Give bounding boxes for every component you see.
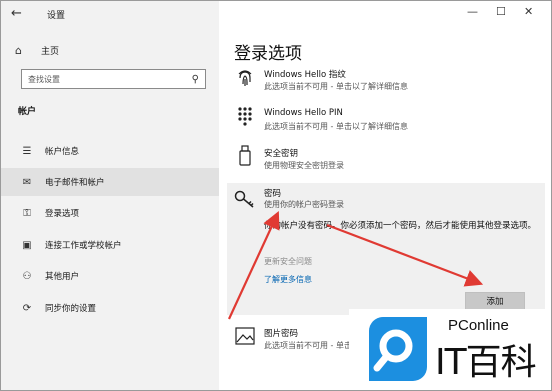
option-subtitle: 使用你的帐户密码登录: [264, 200, 344, 209]
sidebar-item-other-users[interactable]: ⚇ 其他用户: [1, 262, 219, 290]
option-title: Windows Hello PIN: [264, 108, 343, 118]
search-input[interactable]: 查找设置 ⚲: [21, 69, 206, 89]
keypad-icon: [234, 106, 256, 132]
watermark-logo-icon: [369, 317, 427, 381]
option-pin[interactable]: Windows Hello PIN 此选项当前不可用 - 单击以了解详细信息: [219, 104, 551, 136]
window-title: 设置: [47, 11, 66, 21]
learn-more-link[interactable]: 了解更多信息: [264, 274, 312, 285]
option-security-key[interactable]: 安全密钥 使用物理安全密钥登录: [219, 143, 551, 175]
search-placeholder: 查找设置: [28, 74, 60, 84]
sidebar-item-work-school[interactable]: ▣ 连接工作或学校帐户: [1, 231, 219, 259]
sidebar-item-label: 其他用户: [45, 272, 80, 282]
change-security-questions-link[interactable]: 更新安全问题: [264, 256, 312, 267]
sidebar-item-sign-in-options[interactable]: ⚿ 登录选项: [1, 199, 219, 227]
option-subtitle: 使用物理安全密钥登录: [264, 161, 344, 170]
person-add-icon: ⚇: [22, 270, 32, 282]
title-bar: ← 设置: [1, 1, 219, 27]
mail-icon: ✉: [22, 176, 32, 188]
option-fingerprint[interactable]: Windows Hello 指纹 此选项当前不可用 - 单击以了解详细信息: [219, 65, 551, 95]
password-key-icon: [234, 189, 256, 213]
close-icon[interactable]: ✕: [524, 5, 533, 18]
minimize-icon[interactable]: —: [467, 5, 478, 18]
person-info-icon: ☰: [22, 145, 32, 157]
briefcase-icon: ▣: [22, 239, 32, 251]
back-arrow-icon[interactable]: ←: [11, 6, 22, 21]
option-subtitle: 此选项当前不可用 - 单击以了解详细信息: [264, 122, 408, 131]
option-title: 图片密码: [264, 329, 299, 339]
picture-icon: [234, 327, 256, 349]
sync-icon: ⟳: [22, 302, 32, 314]
usb-key-icon: [234, 145, 256, 171]
nav-home[interactable]: ⌂ 主页: [15, 42, 59, 58]
option-title: Windows Hello 指纹: [264, 70, 346, 80]
sidebar-item-label: 电子邮件和帐户: [45, 178, 105, 188]
option-title: 安全密钥: [264, 149, 299, 159]
page-title: 登录选项: [234, 44, 302, 64]
password-description: 你的帐户没有密码。你必须添加一个密码，然后才能使用其他登录选项。: [264, 221, 537, 231]
search-icon: ⚲: [191, 73, 199, 85]
sidebar-item-label: 帐户信息: [45, 147, 80, 157]
sidebar-item-label: 登录选项: [45, 209, 80, 219]
option-password[interactable]: 密码 使用你的帐户密码登录: [219, 183, 551, 215]
option-subtitle: 此选项当前不可用 - 单击以了解详细信息: [264, 82, 408, 91]
key-icon: ⚿: [23, 207, 31, 219]
sidebar-item-email-accounts[interactable]: ✉ 电子邮件和帐户: [1, 168, 219, 196]
watermark-brand: PConline: [448, 317, 509, 334]
watermark-name: IT百科: [435, 342, 537, 383]
sidebar-item-label: 连接工作或学校帐户: [45, 241, 122, 251]
home-icon: ⌂: [15, 43, 22, 57]
nav-home-label: 主页: [41, 46, 60, 57]
sidebar-item-label: 同步你的设置: [45, 304, 97, 314]
nav-section-heading: 帐户: [18, 107, 37, 117]
settings-window: ← 设置 ⌂ 主页 查找设置 ⚲ 帐户 ☰ 帐户信息 ✉ 电子邮件和帐户 ⚿ 登…: [0, 0, 552, 391]
fingerprint-icon: [234, 68, 256, 92]
option-title: 密码: [264, 189, 282, 199]
nav-pane: ← 设置 ⌂ 主页 查找设置 ⚲ 帐户 ☰ 帐户信息 ✉ 电子邮件和帐户 ⚿ 登…: [1, 1, 219, 390]
sidebar-item-sync-settings[interactable]: ⟳ 同步你的设置: [1, 294, 219, 322]
sidebar-item-account-info[interactable]: ☰ 帐户信息: [1, 137, 219, 165]
watermark: PConline IT百科: [349, 309, 551, 390]
maximize-icon[interactable]: ☐: [496, 5, 506, 18]
